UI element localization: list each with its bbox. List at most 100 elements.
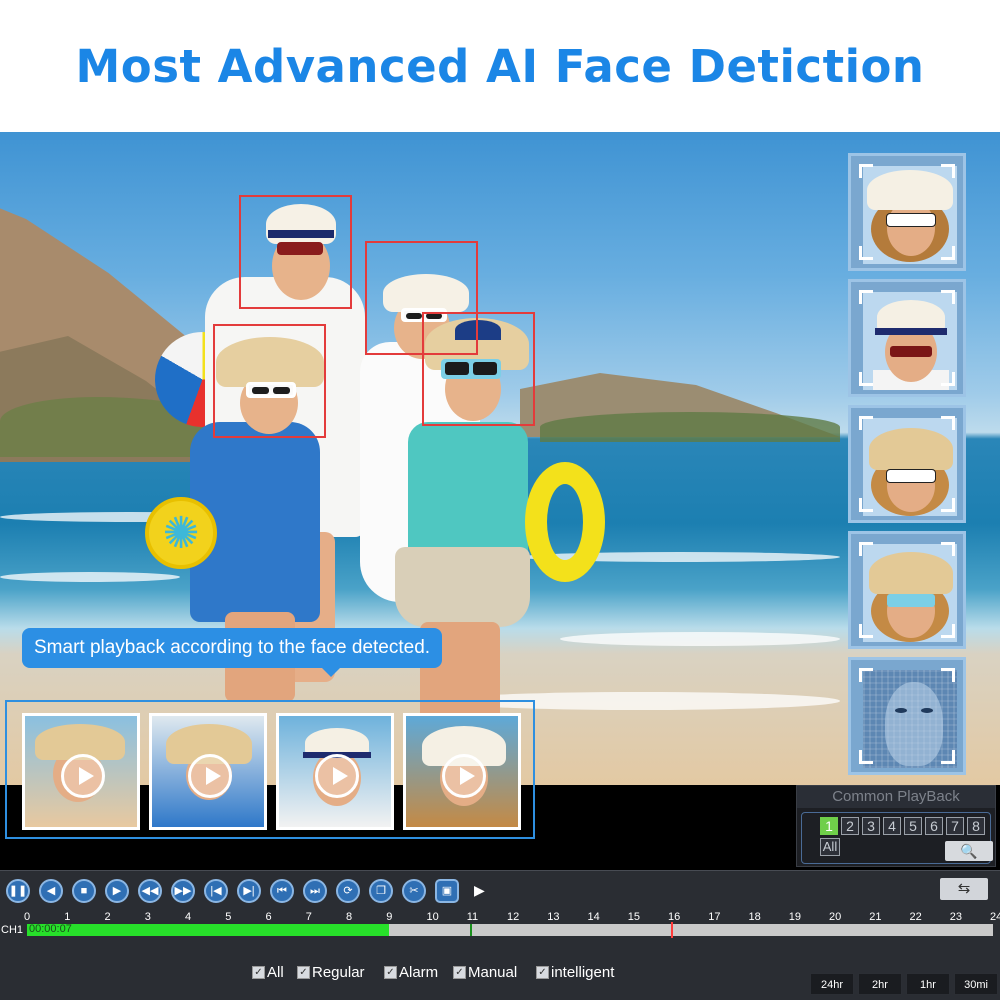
- filter-all[interactable]: ✓ All: [252, 964, 284, 981]
- play-icon: ▶: [112, 885, 122, 897]
- captured-face-father[interactable]: [848, 279, 966, 397]
- loop-button[interactable]: ⟳: [336, 879, 360, 903]
- filter-alarm[interactable]: ✓ Alarm: [384, 964, 438, 981]
- checkbox-icon[interactable]: ✓: [536, 966, 549, 979]
- play-icon[interactable]: [61, 754, 105, 798]
- hour-tick-label: 7: [305, 911, 312, 923]
- sunglasses: [890, 346, 932, 357]
- scanned-face: [885, 682, 943, 766]
- filter-regular[interactable]: ✓ Regular: [297, 964, 365, 981]
- fast-button[interactable]: ▶▶: [171, 879, 195, 903]
- checkbox-icon[interactable]: ✓: [252, 966, 265, 979]
- channel-8-button[interactable]: 8: [967, 817, 985, 835]
- playback-cursor[interactable]: [671, 922, 673, 938]
- channel-3-button[interactable]: 3: [862, 817, 880, 835]
- filter-label: All: [267, 964, 284, 981]
- shore-greenery-right: [540, 412, 840, 442]
- hour-tick-label: 3: [144, 911, 151, 923]
- save-button[interactable]: ▣: [435, 879, 459, 903]
- sync-button[interactable]: ⇆: [940, 878, 988, 900]
- playback-footer: ✓ All ✓ Regular ✓ Alarm ✓ Manual ✓ intelligen…: [0, 940, 1000, 1000]
- face-box-girl-blue: [213, 324, 326, 438]
- checkbox-icon[interactable]: ✓: [384, 966, 397, 979]
- play-icon[interactable]: [442, 754, 486, 798]
- checkbox-icon[interactable]: ✓: [297, 966, 310, 979]
- play-icon[interactable]: [315, 754, 359, 798]
- copy-button[interactable]: ❐: [369, 879, 393, 903]
- frame-corner: [941, 624, 955, 638]
- captured-face-mother[interactable]: [848, 153, 966, 271]
- checkbox-icon[interactable]: ✓: [453, 966, 466, 979]
- reverse-play-icon: ◀: [46, 885, 56, 897]
- face-scan-thumbnail[interactable]: [848, 657, 966, 775]
- hour-tick-label: 4: [185, 911, 192, 923]
- hour-tick-label: 23: [949, 911, 962, 923]
- hour-tick-label: 12: [507, 911, 520, 923]
- face-clip-4[interactable]: [403, 713, 521, 830]
- face-clip-1[interactable]: [22, 713, 140, 830]
- search-button[interactable]: 🔍: [945, 841, 993, 861]
- frame-corner: [941, 542, 955, 556]
- slow-button[interactable]: ◀◀: [138, 879, 162, 903]
- common-playback-panel: Common PlayBack 1 2 3 4 5 6 7 8 All 🔍: [796, 785, 996, 867]
- headline-banner: Most Advanced AI Face Detiction: [0, 0, 1000, 132]
- recorded-segment[interactable]: [27, 924, 390, 936]
- hour-tick-label: 2: [104, 911, 111, 923]
- captured-face-girl-teal[interactable]: [848, 531, 966, 649]
- channel-label: CH1: [1, 924, 24, 936]
- stop-button[interactable]: ■: [72, 879, 96, 903]
- reverse-button[interactable]: ◀: [39, 879, 63, 903]
- prev-file-button[interactable]: ⏮: [270, 879, 294, 903]
- zoom-24hr-button[interactable]: 24hr: [810, 973, 854, 995]
- hour-tick-label: 9: [386, 911, 393, 923]
- straw-hat: [869, 428, 953, 470]
- smart-playback-callout: Smart playback according to the face det…: [22, 628, 443, 677]
- channel-2-button[interactable]: 2: [841, 817, 859, 835]
- channel-1-button[interactable]: 1: [820, 817, 838, 835]
- frame-corner: [941, 750, 955, 764]
- frame-corner: [859, 416, 873, 430]
- channel-6-button[interactable]: 6: [925, 817, 943, 835]
- frame-corner: [859, 290, 873, 304]
- filter-manual[interactable]: ✓ Manual: [453, 964, 517, 981]
- previous-file-icon: ⏮: [277, 885, 287, 897]
- zoom-2hr-button[interactable]: 2hr: [858, 973, 902, 995]
- swim-ring: [525, 462, 605, 582]
- timeline-track[interactable]: [27, 922, 993, 938]
- frisbee: [145, 497, 217, 569]
- next-frame-button[interactable]: ▶|: [237, 879, 261, 903]
- pause-button[interactable]: ❚❚: [6, 879, 30, 903]
- play-icon[interactable]: [188, 754, 232, 798]
- frame-corner: [941, 372, 955, 386]
- face-clip-2[interactable]: [149, 713, 267, 830]
- prev-frame-button[interactable]: |◀: [204, 879, 228, 903]
- next-frame-icon: ▶|: [243, 885, 255, 897]
- zoom-1hr-button[interactable]: 1hr: [906, 973, 950, 995]
- hour-tick-label: 10: [426, 911, 439, 923]
- channel-4-button[interactable]: 4: [883, 817, 901, 835]
- hour-tick-label: 18: [748, 911, 761, 923]
- hat-band: [875, 328, 947, 335]
- scan-eye: [895, 708, 907, 713]
- channel-7-button[interactable]: 7: [946, 817, 964, 835]
- hour-tick-label: 6: [265, 911, 272, 923]
- next-file-button[interactable]: ⏭: [303, 879, 327, 903]
- straw-hat: [869, 552, 953, 594]
- captured-face-girl-blue[interactable]: [848, 405, 966, 523]
- zoom-30mi-button[interactable]: 30mi: [954, 973, 998, 995]
- app-stage: Most Advanced AI Face Detiction ✺ Smart …: [0, 0, 1000, 1000]
- filter-intelligent[interactable]: ✓ intelligent: [536, 964, 614, 981]
- play-button[interactable]: ▶: [105, 879, 129, 903]
- clip-button[interactable]: ✂: [402, 879, 426, 903]
- frame-corner: [859, 542, 873, 556]
- frame-corner: [941, 668, 955, 682]
- all-channels-button[interactable]: All: [820, 838, 840, 856]
- face-clip-3[interactable]: [276, 713, 394, 830]
- expand-arrow-icon[interactable]: ▶: [474, 882, 485, 899]
- skirt: [395, 547, 530, 627]
- channel-5-button[interactable]: 5: [904, 817, 922, 835]
- playback-toolbar: ❚❚ ◀ ■ ▶ ◀◀ ▶▶ |◀ ▶| ⏮ ⏭ ⟳ ❐ ✂ ▣ ▶ ⇆: [0, 870, 1000, 910]
- previous-frame-icon: |◀: [210, 885, 222, 897]
- slow-icon: ◀◀: [141, 885, 159, 897]
- time-readout: 00:00:07: [29, 923, 72, 935]
